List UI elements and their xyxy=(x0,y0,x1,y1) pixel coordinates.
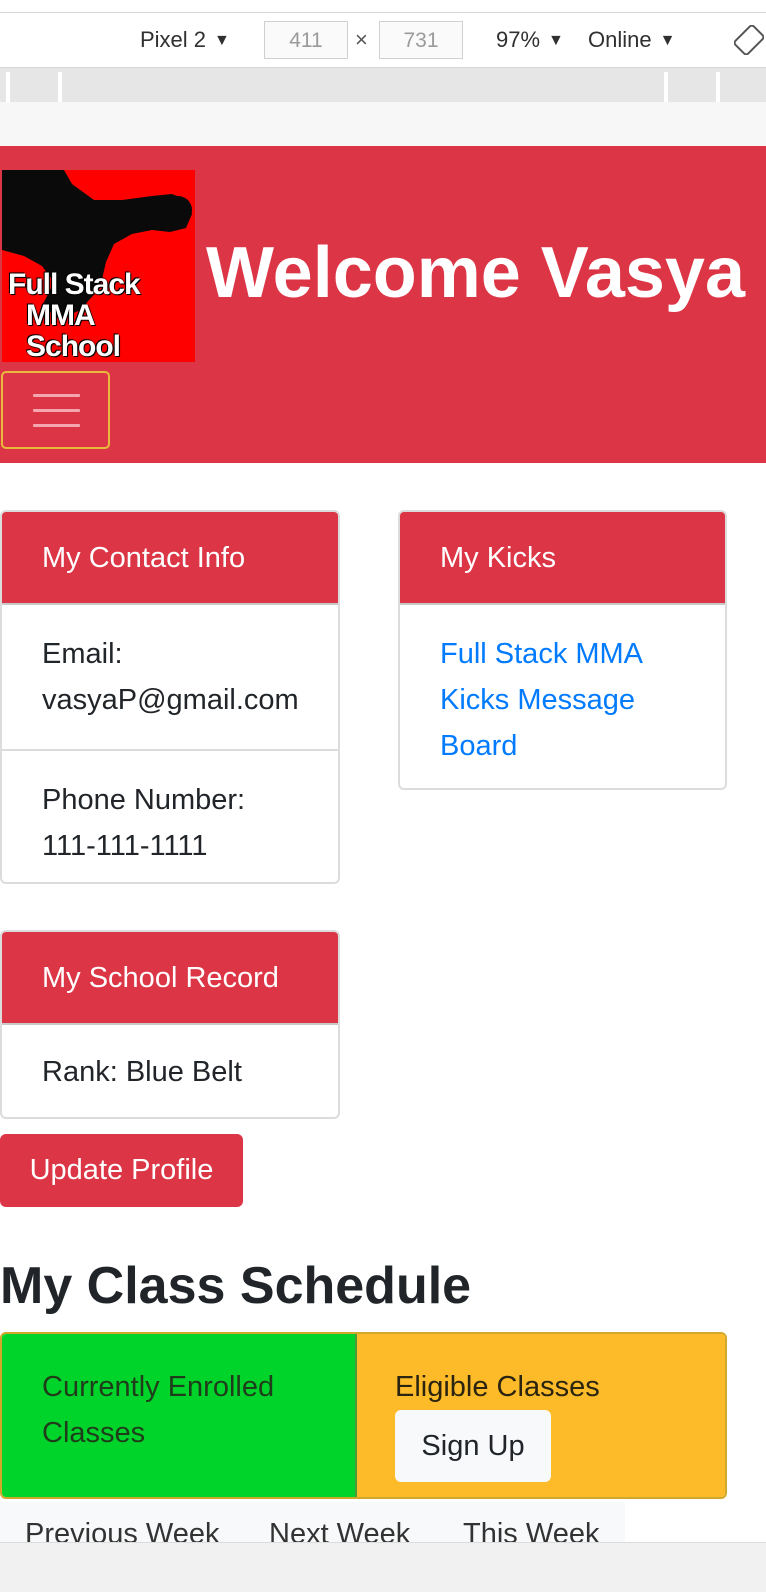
kicks-item: Full Stack MMA Kicks Message Board xyxy=(400,605,725,788)
page-header: Full Stack MMA School Welcome Vasya xyxy=(0,146,766,463)
viewport-top-gap xyxy=(0,102,766,146)
logo-line-2: MMA School xyxy=(26,299,121,362)
previous-week-link[interactable]: Previous Week xyxy=(25,1518,220,1542)
hamburger-icon xyxy=(33,424,80,427)
email-item: Email: vasyaP@gmail.com xyxy=(2,605,338,749)
email-label: Email: xyxy=(42,638,123,670)
this-week-link[interactable]: This Week xyxy=(463,1518,599,1542)
device-select[interactable]: Pixel 2 ▼ xyxy=(140,13,230,67)
dimension-separator: × xyxy=(355,27,368,52)
devtools-bottom-strip xyxy=(0,1542,766,1592)
viewport-height-input[interactable]: 731 xyxy=(379,21,463,59)
phone-label: Phone Number: xyxy=(42,784,246,816)
device-select-label: Pixel 2 xyxy=(140,27,207,52)
phone-value: 111-111-1111 xyxy=(42,830,208,862)
hamburger-icon xyxy=(33,394,80,397)
next-week-link[interactable]: Next Week xyxy=(269,1518,410,1542)
school-logo[interactable]: Full Stack MMA School xyxy=(2,170,195,362)
class-schedule-heading: My Class Schedule xyxy=(0,1257,472,1315)
network-throttle-select[interactable]: Online ▼ xyxy=(588,13,675,67)
zoom-select-label: 97% xyxy=(496,27,541,52)
message-board-link[interactable]: Full Stack MMA Kicks Message Board xyxy=(440,638,641,762)
my-kicks-card: My Kicks Full Stack MMA Kicks Message Bo… xyxy=(398,510,727,790)
rotate-icon[interactable] xyxy=(734,25,764,55)
navbar-toggler-button[interactable] xyxy=(1,371,110,449)
caret-down-icon: ▼ xyxy=(659,32,676,49)
update-profile-button[interactable]: Update Profile xyxy=(0,1134,243,1207)
devtools-device-toolbar: Pixel 2 ▼ 411 × 731 97% ▼ Online ▼ xyxy=(0,12,766,68)
phone-item: Phone Number: 111-111-1111 xyxy=(2,749,338,882)
eligible-classes-panel: Eligible Classes Sign Up xyxy=(357,1334,725,1497)
zoom-select[interactable]: 97% ▼ xyxy=(496,13,564,67)
week-navigation: Previous Week Next Week This Week xyxy=(0,1502,625,1542)
network-select-label: Online xyxy=(588,27,652,52)
ruler-tick xyxy=(716,72,720,102)
school-record-card: My School Record Rank: Blue Belt xyxy=(0,930,340,1119)
email-value: vasyaP@gmail.com xyxy=(42,684,299,716)
ruler-tick xyxy=(58,72,62,102)
emulated-viewport: Full Stack MMA School Welcome Vasya My C… xyxy=(0,146,766,1542)
ruler-tick xyxy=(6,72,10,102)
logo-line-1: Full Stack xyxy=(8,268,141,301)
devtools-top-strip xyxy=(0,0,766,12)
contact-info-card: My Contact Info Email: vasyaP@gmail.com … xyxy=(0,510,340,884)
media-query-ruler xyxy=(0,68,766,102)
ruler-tick xyxy=(664,72,668,102)
welcome-heading: Welcome Vasya xyxy=(206,233,746,313)
hamburger-icon xyxy=(33,409,80,412)
caret-down-icon: ▼ xyxy=(548,32,564,49)
class-schedule-row: Currently Enrolled Classes Eligible Clas… xyxy=(0,1332,727,1499)
enrolled-classes-panel: Currently Enrolled Classes xyxy=(2,1334,357,1497)
sign-up-button[interactable]: Sign Up xyxy=(395,1410,551,1482)
logo-text: Full Stack MMA School xyxy=(8,269,194,362)
rank-item: Rank: Blue Belt xyxy=(42,1056,242,1088)
caret-down-icon: ▼ xyxy=(214,32,230,49)
eligible-classes-label: Eligible Classes xyxy=(395,1371,600,1403)
card-header: My Contact Info xyxy=(2,512,338,605)
card-header: My School Record xyxy=(2,932,338,1025)
card-header: My Kicks xyxy=(400,512,725,605)
viewport-width-input[interactable]: 411 xyxy=(264,21,348,59)
